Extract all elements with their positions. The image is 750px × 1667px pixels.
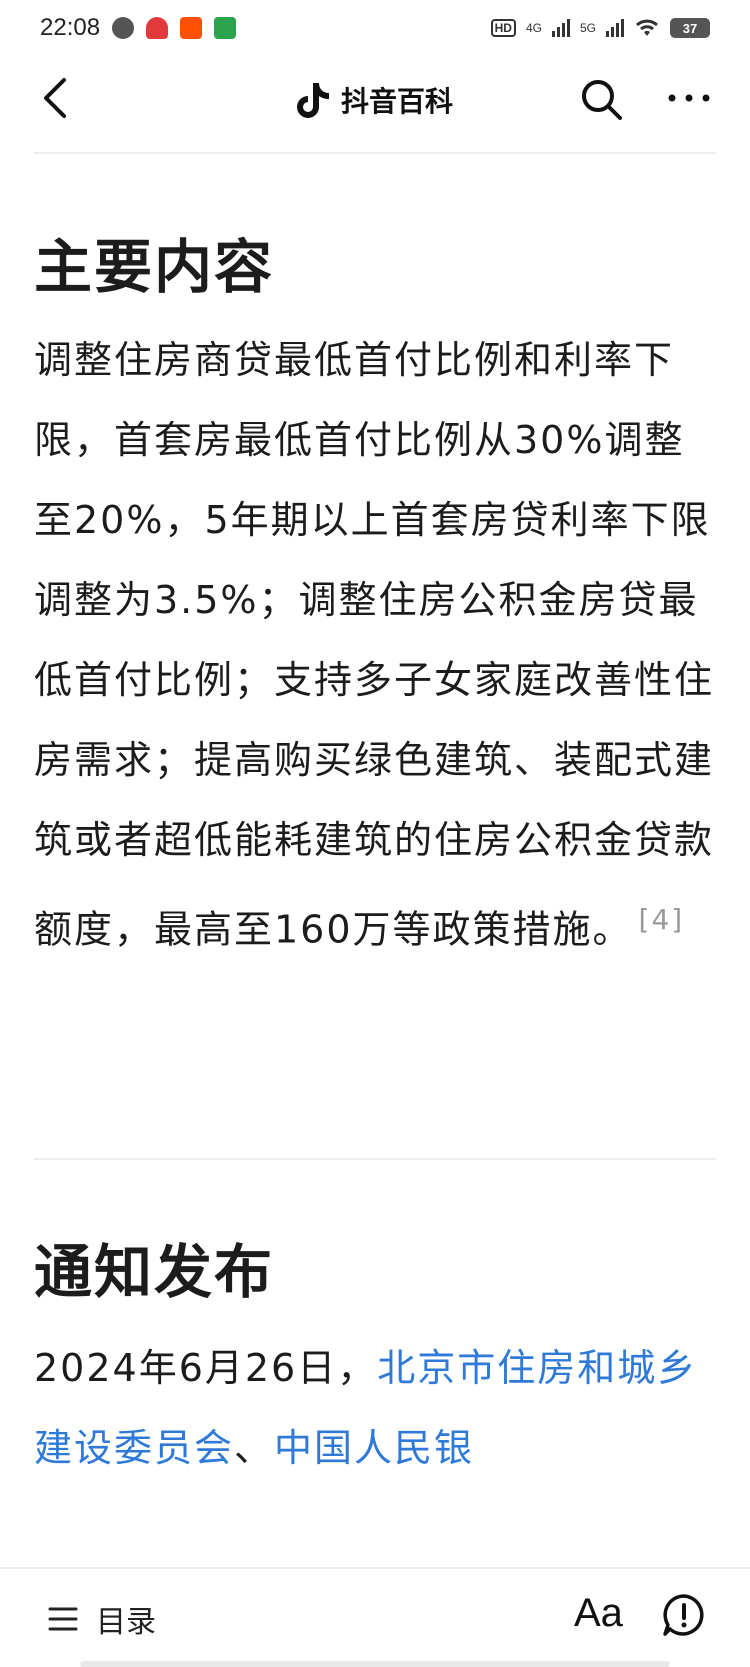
divider [34,152,716,154]
notification-app-icon [112,17,135,39]
section-paragraph: 2024年6月26日，北京市住房和城乡建设委员会、中国人民银 [34,1328,724,1488]
notification-app-icon [214,17,237,39]
section-title: 主要内容 [34,233,275,301]
status-right: HD 4G 5G 37 [490,18,710,38]
status-bar: 22:08 HD 4G 5G 37 [0,0,750,56]
more-icon[interactable] [664,80,714,116]
douyin-logo-icon [296,83,329,118]
signal-icon [551,19,570,37]
notification-app-icon [180,17,203,39]
network-label-1: 4G [525,21,542,35]
toc-label: 目录 [96,1605,156,1640]
entity-link[interactable]: 中国人民银 [274,1426,474,1470]
search-icon[interactable] [578,76,624,122]
nav-bar: 抖音百科 [0,56,750,156]
status-left: 22:08 [40,14,237,42]
notification-app-icon [146,17,169,39]
menu-icon [48,1607,78,1631]
battery-icon: 37 [670,18,710,38]
hd-icon: HD [490,19,516,37]
home-indicator [80,1661,670,1667]
toc-button[interactable]: 目录 [48,1597,156,1641]
network-label-2: 5G [579,21,596,35]
paragraph-text: 调整住房商贷最低首付比例和利率下限，首套房最低首付比例从30%调整至20%，5年… [34,338,715,952]
nav-title-text: 抖音百科 [340,85,453,118]
bottom-bar: 目录 Aa [0,1567,750,1667]
signal-icon [606,19,624,37]
nav-title: 抖音百科 [0,80,750,120]
paragraph-text: 2024年6月26日， [34,1346,378,1390]
wifi-icon [636,19,658,36]
section-paragraph: 调整住房商贷最低首付比例和利率下限，首套房最低首付比例从30%调整至20%，5年… [34,320,724,970]
divider [34,1158,716,1160]
status-time: 22:08 [40,14,101,41]
section-title: 通知发布 [34,1238,275,1306]
feedback-icon[interactable] [662,1593,706,1637]
citation-link[interactable]: [4] [639,903,685,936]
font-size-button[interactable]: Aa [574,1591,623,1636]
separator-text: 、 [234,1426,275,1470]
